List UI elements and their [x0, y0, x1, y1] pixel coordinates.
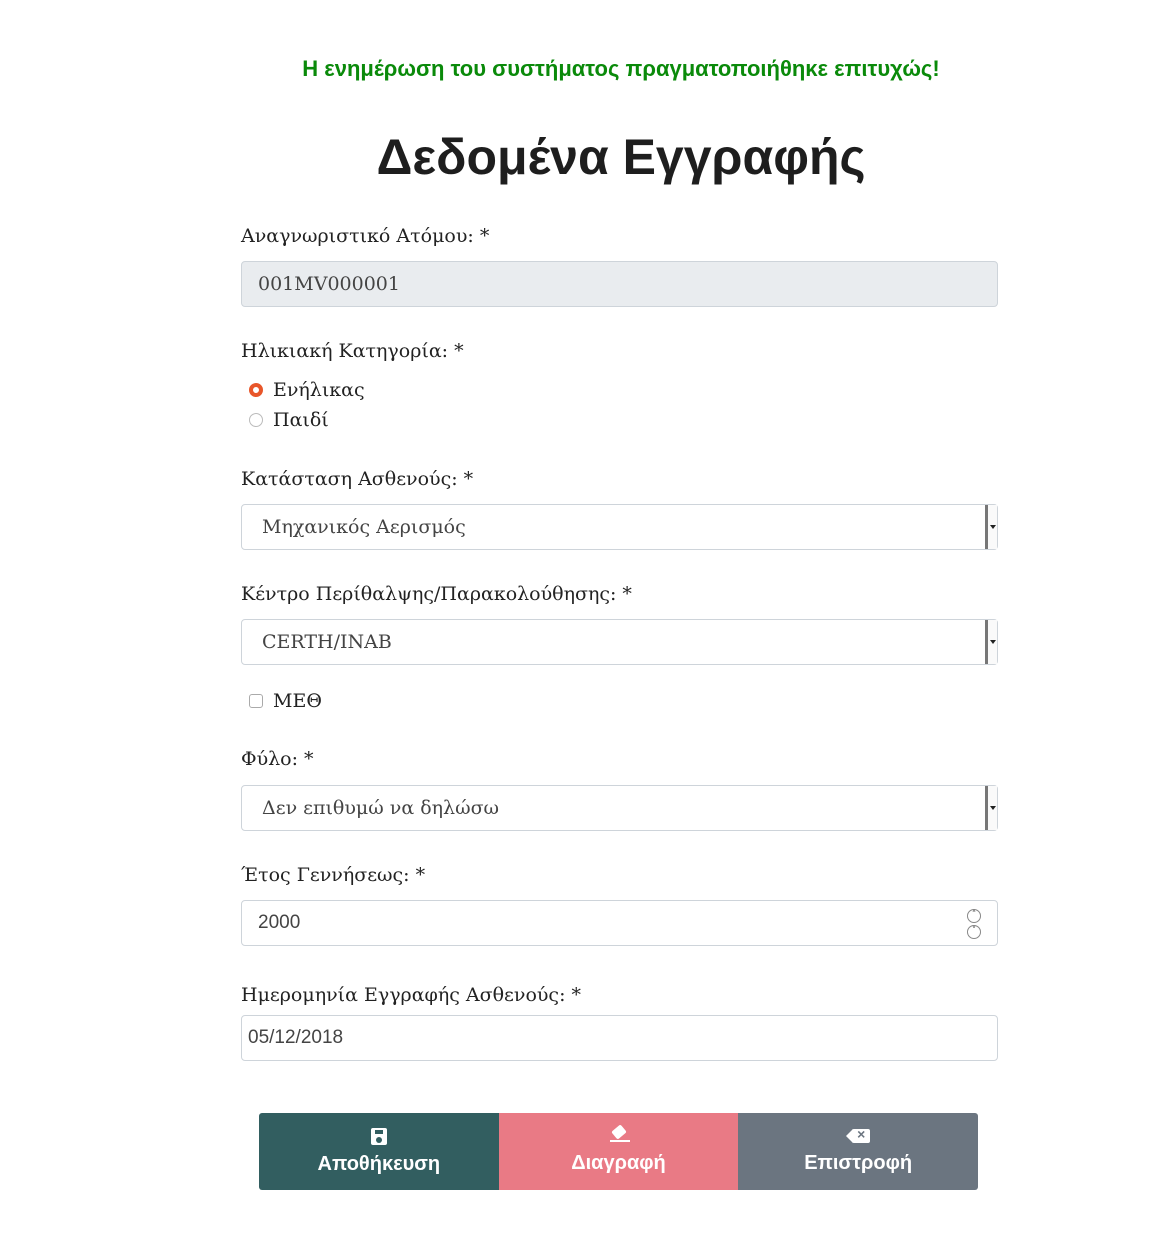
gender-label: Φύλο: *	[241, 748, 314, 770]
patient-status-select[interactable]: Μηχανικός Αερισμός	[241, 504, 998, 550]
success-message: Η ενημέρωση του συστήματος πραγματοποιήθ…	[302, 56, 940, 81]
registration-date-input[interactable]: 05/12/2018	[241, 1015, 998, 1061]
chevron-down-icon[interactable]	[985, 786, 997, 830]
birth-year-input[interactable]: 2000 ˄ ˅	[241, 900, 998, 946]
registration-date-label: Ημερομηνία Εγγραφής Ασθενούς: *	[241, 984, 582, 1006]
gender-select[interactable]: Δεν επιθυμώ να δηλώσω	[241, 785, 998, 831]
backspace-icon: ×	[846, 1126, 871, 1143]
save-icon	[370, 1127, 387, 1145]
chevron-down-icon[interactable]	[985, 505, 997, 549]
page-title: Δεδομένα Εγγραφής	[376, 129, 866, 185]
delete-button[interactable]: Διαγραφή	[498, 1113, 739, 1190]
chevron-down-icon[interactable]	[985, 620, 997, 664]
back-button-label: Επιστροφή	[804, 1151, 913, 1174]
patient-status-label: Κατάσταση Ασθενούς: *	[241, 468, 474, 490]
save-button-label: Αποθήκευση	[317, 1152, 441, 1175]
care-center-value: CERTH/INAB	[262, 631, 392, 653]
radio-adult-label: Ενήλικας	[273, 379, 365, 401]
care-center-label: Κέντρο Περίθαλψης/Παρακολούθησης: *	[241, 583, 632, 605]
care-center-select[interactable]: CERTH/INAB	[241, 619, 998, 665]
radio-adult-input[interactable]	[249, 383, 263, 397]
action-buttons: Αποθήκευση Διαγραφή × Επιστροφή	[259, 1113, 978, 1190]
radio-adult[interactable]: Ενήλικας	[249, 379, 365, 401]
save-button[interactable]: Αποθήκευση	[259, 1113, 499, 1190]
delete-button-label: Διαγραφή	[571, 1151, 666, 1174]
radio-child-input[interactable]	[249, 413, 263, 427]
registration-date-value: 05/12/2018	[248, 1027, 344, 1048]
stepper-up-icon[interactable]: ˄	[967, 909, 981, 923]
age-category-label: Ηλικιακή Κατηγορία: *	[241, 340, 464, 362]
icu-checkbox[interactable]	[249, 694, 263, 708]
person-id-label: Αναγνωριστικό Ατόμου: *	[241, 225, 490, 247]
person-id-value: 001MV000001	[258, 273, 400, 295]
radio-child[interactable]: Παιδί	[249, 409, 329, 431]
gender-value: Δεν επιθυμώ να δηλώσω	[262, 797, 500, 819]
radio-child-label: Παιδί	[273, 409, 329, 431]
eraser-icon	[609, 1129, 630, 1142]
birth-year-label: Έτος Γεννήσεως: *	[241, 864, 426, 886]
icu-label: ΜΕΘ	[273, 690, 322, 712]
patient-status-value: Μηχανικός Αερισμός	[262, 516, 466, 538]
icu-checkbox-row[interactable]: ΜΕΘ	[249, 690, 322, 712]
birth-year-value: 2000	[258, 912, 301, 933]
number-stepper[interactable]: ˄ ˅	[967, 909, 981, 939]
person-id-field: 001MV000001	[241, 261, 998, 307]
stepper-down-icon[interactable]: ˅	[967, 925, 981, 939]
back-button[interactable]: × Επιστροφή	[738, 1113, 978, 1190]
